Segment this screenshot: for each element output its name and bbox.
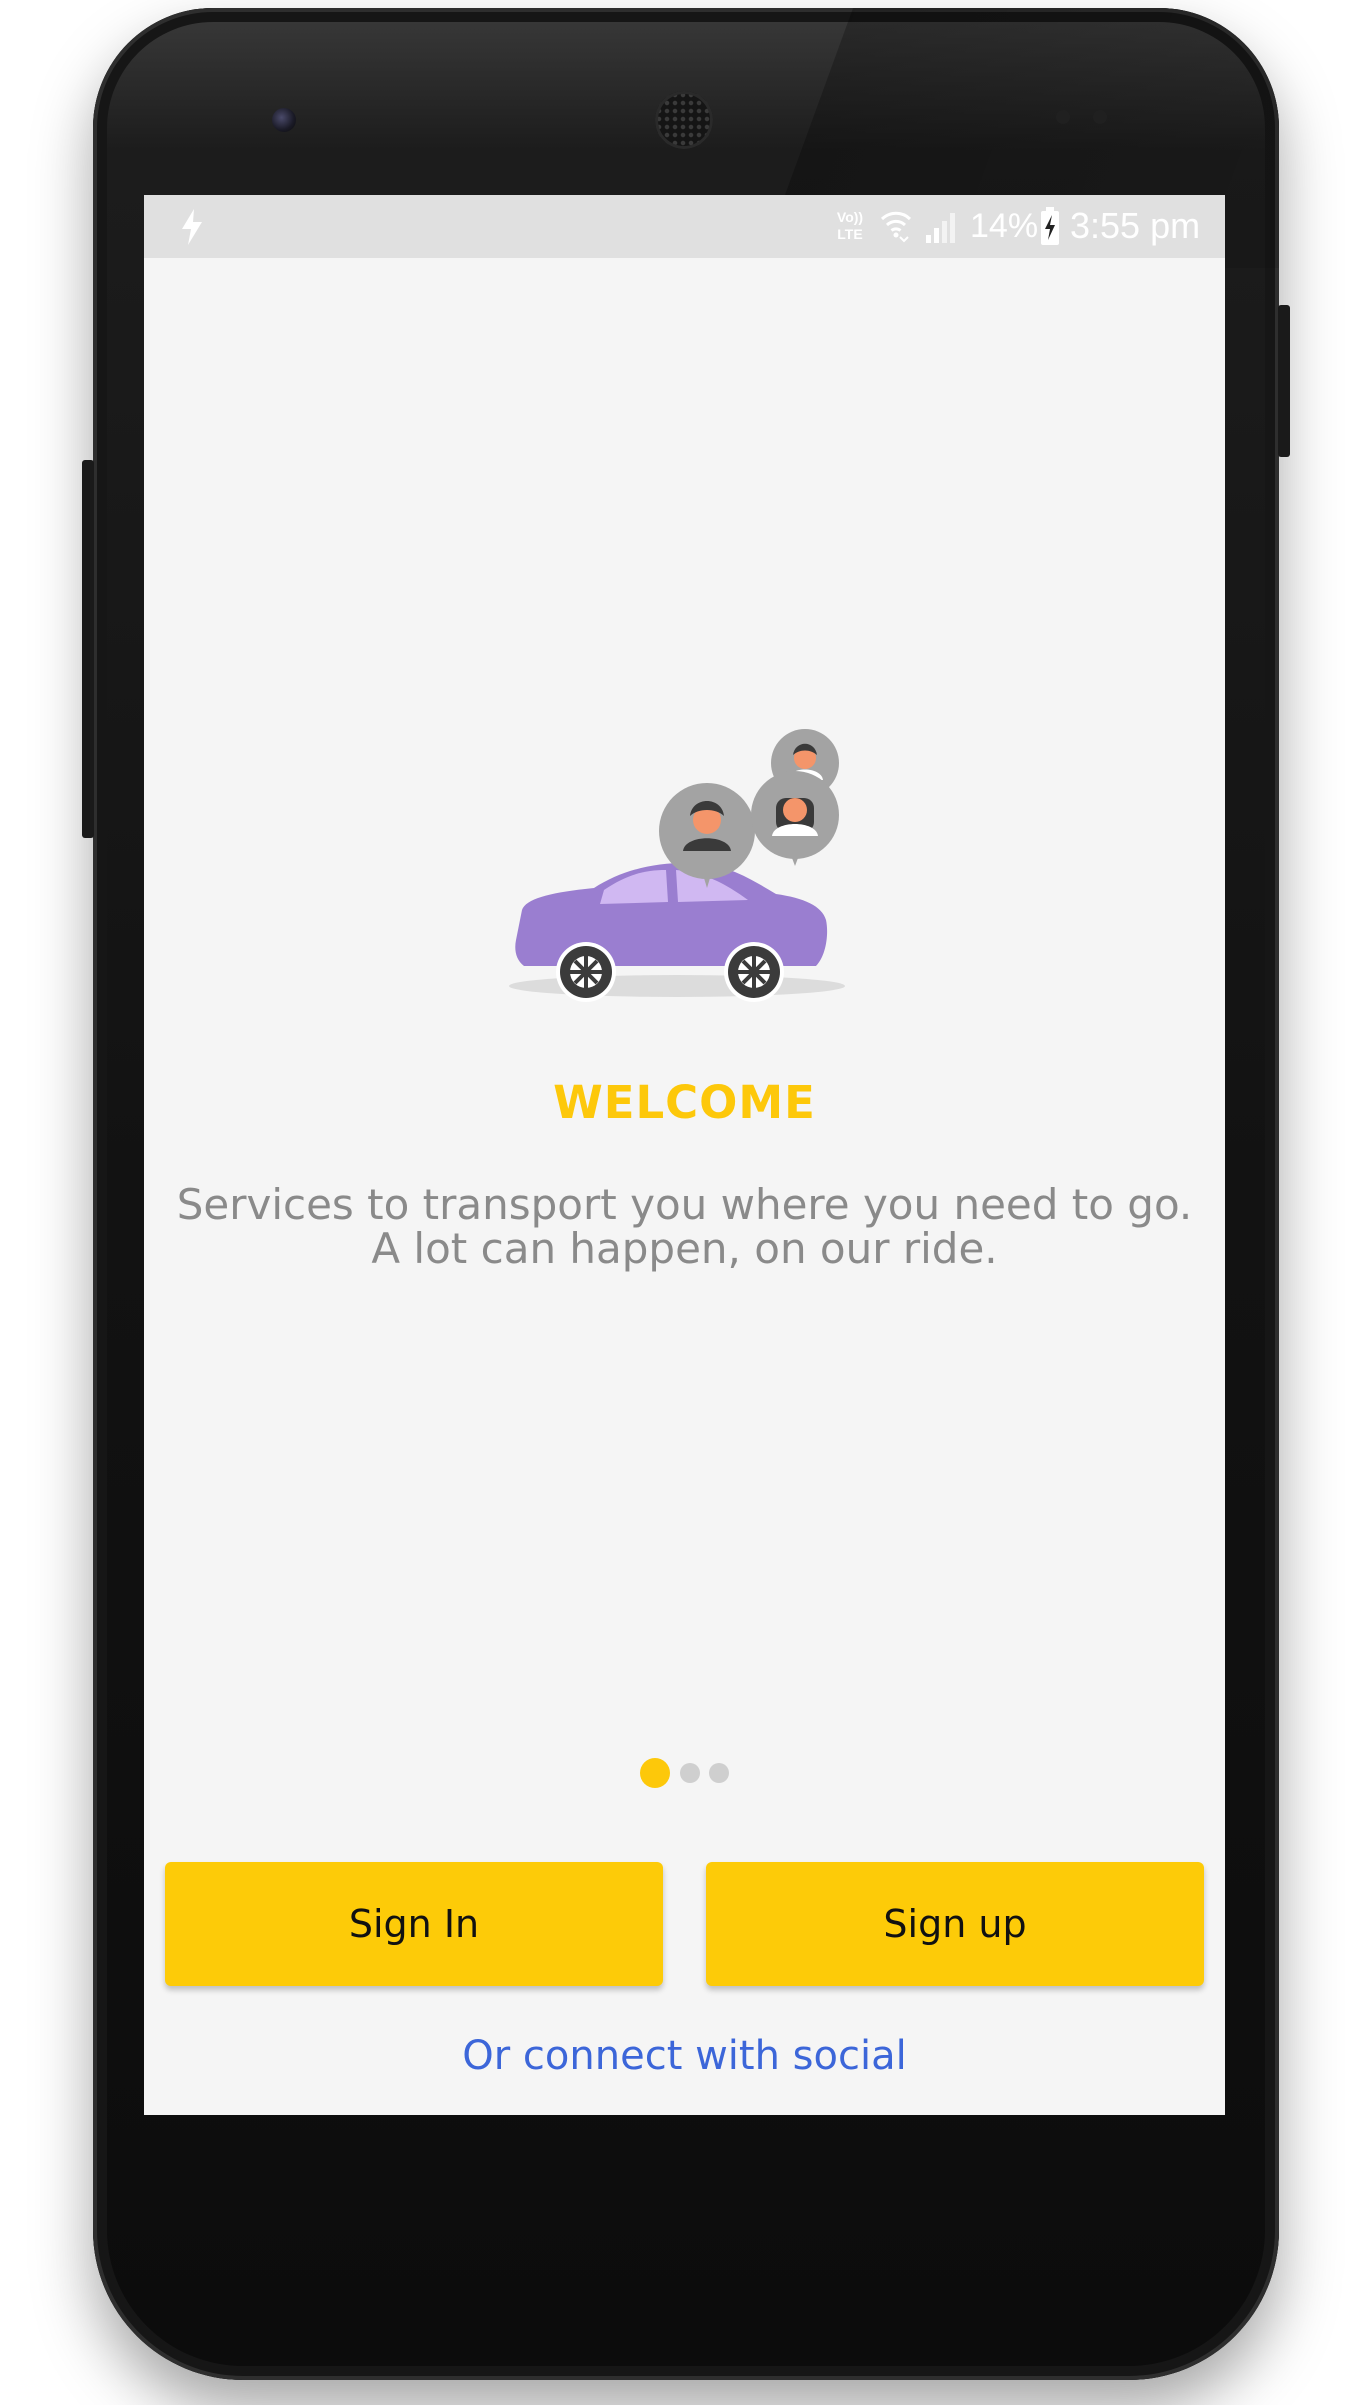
- front-wheel: [724, 942, 784, 1002]
- car-body: [515, 862, 828, 966]
- volte-icon: Vo)) LTE: [836, 209, 864, 242]
- flash-icon: [182, 209, 202, 245]
- sign-up-button[interactable]: Sign up: [706, 1862, 1204, 1986]
- welcome-title: WELCOME: [553, 1076, 816, 1129]
- car-rideshare-illustration: [509, 729, 845, 1002]
- status-time: 3:55 pm: [1070, 205, 1201, 246]
- battery-percent: 14%: [970, 207, 1039, 245]
- sign-in-button[interactable]: Sign In: [165, 1862, 663, 1986]
- app-screen: Vo)) LTE 14% 3:55 pm WELCOME Services to…: [144, 195, 1225, 2115]
- status-bar: Vo)) LTE 14% 3:55 pm: [144, 195, 1225, 258]
- proximity-sensor: [1056, 110, 1070, 124]
- page-dot-3[interactable]: [708, 1763, 729, 1783]
- signal-icon: [926, 213, 955, 243]
- power-button: [1278, 305, 1290, 457]
- page-indicator: [144, 1758, 1225, 1792]
- earpiece-speaker: [655, 91, 713, 149]
- rear-wheel: [556, 942, 616, 1002]
- female-passenger-avatar-bubble: [751, 771, 839, 866]
- light-sensor: [1093, 110, 1107, 124]
- volume-button: [82, 460, 94, 838]
- car-front-window: [600, 870, 668, 904]
- battery-charging-icon: [1041, 207, 1059, 245]
- front-camera: [272, 108, 296, 132]
- page-dot-2[interactable]: [679, 1763, 700, 1783]
- page-dot-1[interactable]: [640, 1758, 671, 1788]
- connect-social-link[interactable]: Or connect with social: [144, 2031, 1225, 2081]
- welcome-description: Services to transport you where you need…: [176, 1180, 1193, 1273]
- wifi-icon: [880, 211, 912, 243]
